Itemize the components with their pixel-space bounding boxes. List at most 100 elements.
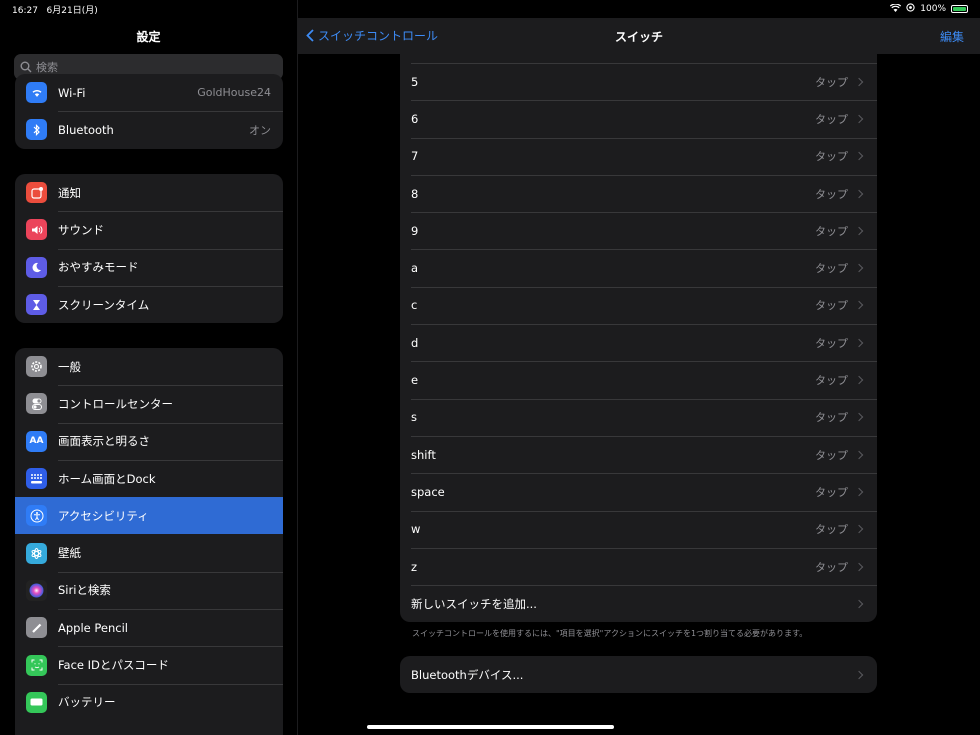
search-input[interactable] <box>36 60 266 74</box>
chevron-right-icon <box>854 599 864 609</box>
toggles-icon <box>26 393 47 415</box>
switch-action: タップ <box>815 75 848 89</box>
home-indicator[interactable] <box>367 725 614 729</box>
switch-key: space <box>411 484 445 499</box>
chevron-right-icon <box>854 114 864 124</box>
settings-sidebar: 設定 Wi-Fi GoldHouse24 Bluetooth オン 通知 <box>0 0 297 735</box>
switch-key: 5 <box>411 74 419 89</box>
switch-key: shift <box>411 447 436 462</box>
switch-row-space[interactable]: space タップ <box>400 473 877 510</box>
switch-row-s[interactable]: s タップ <box>400 398 877 436</box>
chevron-right-icon <box>854 151 864 161</box>
edit-button[interactable]: 編集 <box>940 28 964 45</box>
sidebar-item-label: Apple Pencil <box>58 620 128 635</box>
sidebar-item-face-id-passcode[interactable]: Face IDとパスコード <box>15 646 283 683</box>
sidebar-item-general[interactable]: 一般 <box>15 348 283 385</box>
switch-key: 7 <box>411 149 419 164</box>
home-grid-icon <box>26 468 47 490</box>
switch-key: 9 <box>411 223 419 238</box>
switch-action: タップ <box>815 485 848 499</box>
sidebar-item-label: 一般 <box>58 359 81 374</box>
switch-row-c[interactable]: c タップ <box>400 286 877 324</box>
sidebar-item-display-brightness[interactable]: AA 画面表示と明るさ <box>15 422 283 460</box>
chevron-right-icon <box>854 263 864 273</box>
switch-action: タップ <box>815 262 848 276</box>
sidebar-item-sound[interactable]: サウンド <box>15 211 283 248</box>
switch-action: タップ <box>815 224 848 238</box>
sidebar-item-wifi[interactable]: Wi-Fi GoldHouse24 <box>15 74 283 111</box>
sidebar-item-home-screen-dock[interactable]: ホーム画面とDock <box>15 459 283 497</box>
list-top-spacer <box>400 54 877 63</box>
switch-key: z <box>411 559 418 574</box>
sidebar-item-label: Bluetooth <box>58 122 114 137</box>
chevron-right-icon <box>854 301 864 310</box>
switch-key: s <box>411 410 417 425</box>
sidebar-item-screen-time[interactable]: スクリーンタイム <box>15 285 283 323</box>
switch-action: タップ <box>815 187 848 201</box>
switch-row-shift[interactable]: shift タップ <box>400 435 877 473</box>
switch-row-d[interactable]: d タップ <box>400 324 877 361</box>
sound-icon <box>26 219 47 241</box>
add-switch-button[interactable]: 新しいスイッチを追加... <box>400 585 877 622</box>
sidebar-item-label: コントロールセンター <box>58 396 173 411</box>
switch-row-8[interactable]: 8 タップ <box>400 174 877 212</box>
switch-row-e[interactable]: e タップ <box>400 361 877 398</box>
status-time: 16:27 <box>12 6 38 16</box>
faceid-icon <box>26 654 47 676</box>
chevron-right-icon <box>854 226 864 236</box>
switch-footnote: スイッチコントロールを使用するには、"項目を選択"アクションにスイッチを1つ割り… <box>412 629 808 638</box>
sidebar-item-label: スクリーンタイム <box>58 297 150 312</box>
orientation-lock-icon <box>906 3 915 15</box>
aa-icon: AA <box>26 430 47 452</box>
switch-row-7[interactable]: 7 タップ <box>400 137 877 175</box>
siri-icon <box>26 579 47 601</box>
switch-row-5[interactable]: 5 タップ <box>400 63 877 100</box>
chevron-right-icon <box>854 450 864 459</box>
page-title: スイッチ <box>614 30 663 44</box>
switch-key: a <box>411 261 419 276</box>
accessibility-icon <box>26 505 47 527</box>
sidebar-item-accessibility[interactable]: アクセシビリティ <box>15 497 283 535</box>
sidebar-item-label: 通知 <box>58 185 81 200</box>
switch-key: w <box>411 522 421 537</box>
sidebar-item-bluetooth[interactable]: Bluetooth オン <box>15 111 283 148</box>
sidebar-group-general: 一般 コントロールセンター AA 画面表示と明るさ ホーム画面とDock アクセ… <box>15 348 283 735</box>
switch-list: 5 タップ 6 タップ 7 タップ 8 タップ 9 タップ a タップ c タップ d タップ … <box>400 54 877 622</box>
gear-icon <box>26 356 47 378</box>
sidebar-item-notifications[interactable]: 通知 <box>15 174 283 211</box>
pencil-icon <box>26 617 47 639</box>
switch-row-6[interactable]: 6 タップ <box>400 100 877 137</box>
sidebar-item-siri-search[interactable]: Siriと検索 <box>15 571 283 609</box>
battery-icon <box>951 5 968 13</box>
switch-key: e <box>411 373 419 388</box>
sidebar-item-label: 画面表示と明るさ <box>58 434 150 449</box>
navigation-bar: スイッチコントロール スイッチ 編集 <box>298 18 980 54</box>
switch-action: タップ <box>815 299 848 313</box>
chevron-right-icon <box>854 562 864 571</box>
switch-action: タップ <box>815 560 848 574</box>
sidebar-item-do-not-disturb[interactable]: おやすみモード <box>15 248 283 286</box>
battery-setting-icon <box>26 691 47 713</box>
switch-key: 8 <box>411 186 419 201</box>
chevron-right-icon <box>854 375 864 385</box>
flower-icon <box>26 542 47 564</box>
bluetooth-devices-button[interactable]: Bluetoothデバイス... <box>400 656 877 693</box>
status-time-date: 16:27 6月21日(月) <box>12 3 98 16</box>
switch-row-a[interactable]: a タップ <box>400 249 877 286</box>
sidebar-item-control-center[interactable]: コントロールセンター <box>15 385 283 422</box>
sidebar-item-wallpaper[interactable]: 壁紙 <box>15 534 283 571</box>
switch-row-9[interactable]: 9 タップ <box>400 212 877 249</box>
sidebar-item-label: Wi-Fi <box>58 85 86 100</box>
search-icon <box>20 61 32 73</box>
chevron-right-icon <box>854 338 864 347</box>
switch-row-z[interactable]: z タップ <box>400 547 877 585</box>
sidebar-item-battery[interactable]: バッテリー <box>15 683 283 721</box>
sidebar-item-value: GoldHouse24 <box>197 86 271 100</box>
switch-action: タップ <box>815 150 848 164</box>
switch-key: 6 <box>411 111 419 126</box>
sidebar-item-apple-pencil[interactable]: Apple Pencil <box>15 609 283 646</box>
switch-row-w[interactable]: w タップ <box>400 510 877 548</box>
status-indicators: 100% <box>890 2 968 15</box>
chevron-right-icon <box>854 189 864 198</box>
bluetooth-icon <box>26 119 47 141</box>
